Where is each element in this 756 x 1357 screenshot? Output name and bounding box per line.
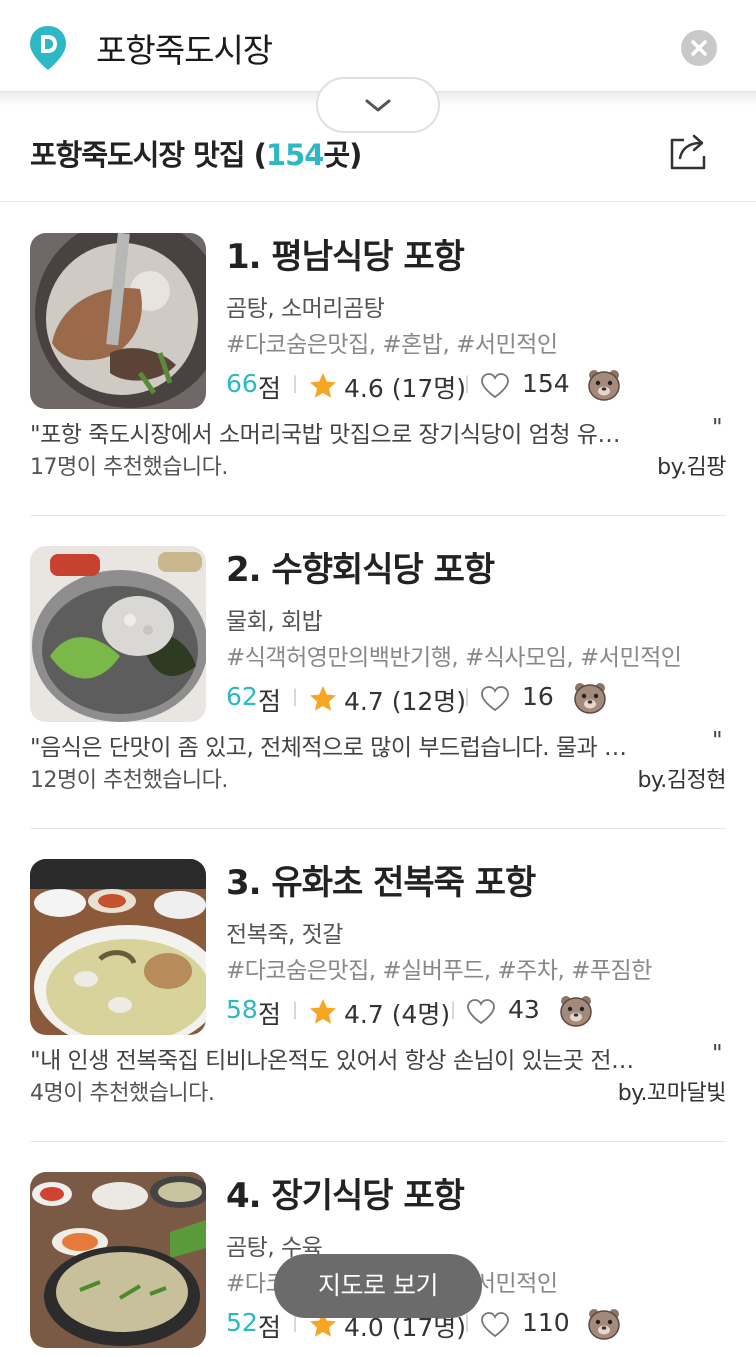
heart-icon[interactable] — [480, 685, 510, 713]
rating-value: 4.7 (4명) — [344, 1000, 451, 1029]
bear-face-icon[interactable] — [558, 993, 594, 1029]
search-query[interactable]: 포항죽도시장 — [96, 24, 273, 72]
page-title: 포항죽도시장 맛집 (154곳) — [30, 132, 362, 174]
heart-icon[interactable] — [466, 998, 496, 1026]
heart-icon[interactable] — [480, 1311, 510, 1339]
restaurant-tags: #식객허영만의백반기행, #식사모임, #서민적인 — [226, 645, 682, 671]
review-quote-close: " — [712, 728, 723, 754]
heart-icon[interactable] — [480, 372, 510, 400]
view-map-button[interactable]: 지도로 보기 — [274, 1254, 482, 1318]
clear-search-button[interactable] — [681, 30, 717, 66]
title-suffix: 곳) — [323, 138, 362, 172]
restaurant-thumbnail[interactable] — [30, 233, 206, 409]
restaurant-thumbnail[interactable] — [30, 859, 206, 1035]
score-value: 62 — [226, 682, 258, 711]
score-unit: 점 — [258, 374, 282, 403]
restaurant-card[interactable]: 3. 유화초 전복죽 포항 전복죽, 젓갈 #다코숨은맛집, #실버푸드, #주… — [0, 829, 756, 1142]
score-value: 52 — [226, 1308, 258, 1337]
recommend-count: 12명이 추천했습니다. — [30, 768, 228, 793]
restaurant-name[interactable]: 2. 수향회식당 포항 — [226, 542, 495, 591]
rating-value: 4.6 (17명) — [344, 374, 467, 403]
title-prefix: 포항죽도시장 맛집 ( — [30, 138, 267, 172]
restaurant-stats: 62 점 | 4.7 (12명) | 16 — [226, 682, 646, 716]
bear-face-icon[interactable] — [572, 680, 608, 716]
review-quote-close: " — [712, 1041, 723, 1067]
stat-separator: | — [464, 686, 471, 707]
restaurant-thumbnail[interactable] — [30, 1172, 206, 1348]
diningcode-logo-icon[interactable] — [28, 24, 68, 72]
restaurant-category: 물회, 회밥 — [226, 609, 323, 635]
review-quote[interactable]: "포항 죽도시장에서 소머리국밥 맛집으로 장기식당이 엄청 유… — [30, 415, 620, 449]
restaurant-card[interactable]: 4. 장기식당 포항 곰탕, 수육 #다코숨은맛집, #혼밥, #서민적인 52… — [0, 1142, 756, 1357]
review-author[interactable]: by.김정현 — [637, 762, 726, 794]
restaurant-thumbnail[interactable] — [30, 546, 206, 722]
share-icon — [670, 134, 706, 170]
share-button[interactable] — [666, 130, 710, 172]
like-count: 16 — [522, 682, 554, 711]
like-count: 154 — [522, 369, 570, 398]
bear-face-icon[interactable] — [586, 367, 622, 403]
restaurant-name[interactable]: 1. 평남식당 포항 — [226, 229, 465, 278]
restaurant-name[interactable]: 4. 장기식당 포항 — [226, 1168, 465, 1217]
review-author[interactable]: by.김팡 — [657, 449, 726, 481]
score-value: 66 — [226, 369, 258, 398]
restaurant-tags: #다코숨은맛집, #실버푸드, #주차, #푸짐한 — [226, 958, 652, 984]
star-icon — [310, 686, 336, 711]
review-quote[interactable]: "내 인생 전복죽집 티비나온적도 있어서 항상 손님이 있는곳 전… — [30, 1041, 634, 1075]
recommend-count: 17명이 추천했습니다. — [30, 455, 228, 480]
stat-separator: | — [464, 1312, 471, 1333]
score-unit: 점 — [258, 687, 282, 716]
restaurant-card[interactable]: 1. 평남식당 포항 곰탕, 소머리곰탕 #다코숨은맛집, #혼밥, #서민적인… — [0, 203, 756, 516]
recommend-count: 4명이 추천했습니다. — [30, 1081, 215, 1106]
restaurant-stats: 66 점 | 4.6 (17명) | 154 — [226, 369, 646, 403]
result-count: 154 — [265, 138, 325, 172]
stat-separator: | — [292, 686, 299, 707]
review-quote-close: " — [712, 415, 723, 441]
stat-separator: | — [292, 373, 299, 394]
score-value: 58 — [226, 995, 258, 1024]
restaurant-name[interactable]: 3. 유화초 전복죽 포항 — [226, 855, 536, 904]
star-icon — [310, 373, 336, 398]
restaurant-category: 전복죽, 젓갈 — [226, 922, 343, 948]
result-title-row: 포항죽도시장 맛집 (154곳) — [0, 124, 756, 202]
review-author[interactable]: by.꼬마달빛 — [618, 1075, 727, 1107]
restaurant-category: 곰탕, 소머리곰탕 — [226, 296, 385, 322]
star-icon — [310, 999, 336, 1024]
restaurant-tags: #다코숨은맛집, #혼밥, #서민적인 — [226, 332, 558, 358]
review-quote[interactable]: "음식은 단맛이 좀 있고, 전체적으로 많이 부드럽습니다. 물과 … — [30, 728, 627, 762]
restaurant-card[interactable]: 2. 수향회식당 포항 물회, 회밥 #식객허영만의백반기행, #식사모임, #… — [0, 516, 756, 829]
rating-value: 4.7 (12명) — [344, 687, 467, 716]
stat-separator: | — [464, 373, 471, 394]
like-count: 43 — [508, 995, 540, 1024]
score-unit: 점 — [258, 1000, 282, 1029]
close-icon — [691, 40, 707, 56]
bear-face-icon[interactable] — [586, 1306, 622, 1342]
restaurant-stats: 58 점 | 4.7 (4명) | 43 — [226, 995, 646, 1029]
stat-separator: | — [292, 999, 299, 1020]
like-count: 110 — [522, 1308, 570, 1337]
stat-separator: | — [450, 999, 457, 1020]
score-unit: 점 — [258, 1313, 282, 1342]
